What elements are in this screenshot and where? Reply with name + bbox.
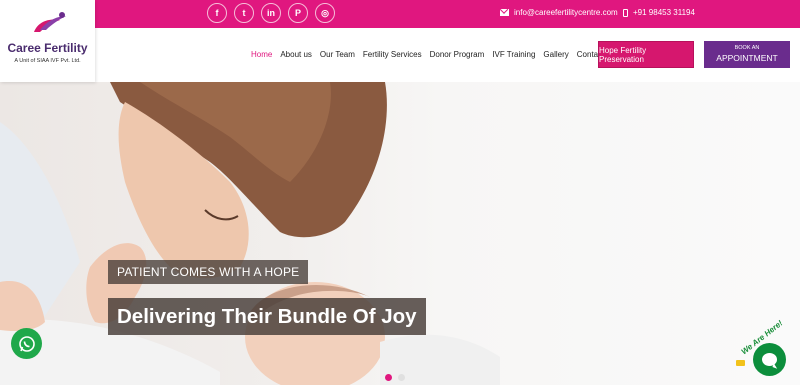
- phone-contact[interactable]: +91 98453 31194: [623, 8, 695, 17]
- nav-item-about-us[interactable]: About us: [280, 50, 312, 59]
- header: Home About us Our Team Fertility Service…: [0, 28, 800, 82]
- main-nav: Home About us Our Team Fertility Service…: [251, 50, 616, 59]
- phone-text[interactable]: +91 98453 31194: [633, 8, 695, 17]
- instagram-icon[interactable]: ◎: [315, 3, 335, 23]
- phone-icon: [623, 8, 628, 17]
- twitter-icon[interactable]: t: [234, 3, 254, 23]
- logo-mark-icon: [34, 12, 66, 32]
- email-text[interactable]: info@careefertilitycentre.com: [514, 8, 618, 17]
- logo[interactable]: Caree Fertility A Unit of SIAA IVF Pvt. …: [0, 0, 95, 82]
- nav-item-fertility-services[interactable]: Fertility Services: [363, 50, 422, 59]
- whatsapp-icon: [18, 335, 35, 352]
- book-appointment-line2: APPOINTMENT: [716, 53, 778, 63]
- logo-name: Caree Fertility: [7, 41, 88, 55]
- linkedin-icon[interactable]: in: [261, 3, 281, 23]
- slider-dots: [385, 374, 405, 381]
- nav-item-home[interactable]: Home: [251, 50, 272, 59]
- nav-item-donor-program[interactable]: Donor Program: [430, 50, 485, 59]
- hope-fertility-preservation-button[interactable]: Hope Fertility Preservation: [598, 41, 694, 68]
- live-chat-button[interactable]: [753, 343, 786, 376]
- hero-image: [0, 82, 500, 385]
- hero-slider: PATIENT COMES WITH A HOPE Delivering The…: [0, 82, 800, 385]
- nav-item-our-team[interactable]: Our Team: [320, 50, 355, 59]
- chat-label-hand-icon: [736, 360, 745, 366]
- social-links: f t in P ◎: [207, 3, 335, 23]
- whatsapp-button[interactable]: [11, 328, 42, 359]
- logo-subtitle: A Unit of SIAA IVF Pvt. Ltd.: [14, 58, 81, 64]
- email-contact[interactable]: info@careefertilitycentre.com: [500, 8, 618, 17]
- hero-headline: Delivering Their Bundle Of Joy: [108, 298, 426, 335]
- nav-item-gallery[interactable]: Gallery: [543, 50, 568, 59]
- facebook-icon[interactable]: f: [207, 3, 227, 23]
- slider-dot-1[interactable]: [385, 374, 392, 381]
- pinterest-icon[interactable]: P: [288, 3, 308, 23]
- book-appointment-line1: BOOK AN: [734, 45, 760, 51]
- mail-icon: [500, 9, 509, 16]
- book-appointment-button[interactable]: BOOK AN APPOINTMENT: [704, 41, 790, 68]
- hero-tagline: PATIENT COMES WITH A HOPE: [108, 260, 309, 284]
- slider-dot-2[interactable]: [398, 374, 405, 381]
- chat-bubble-icon: [762, 353, 777, 366]
- top-bar: f t in P ◎ info@careefertilitycentre.com…: [0, 0, 800, 28]
- nav-item-ivf-training[interactable]: IVF Training: [492, 50, 535, 59]
- page: f t in P ◎ info@careefertilitycentre.com…: [0, 0, 800, 385]
